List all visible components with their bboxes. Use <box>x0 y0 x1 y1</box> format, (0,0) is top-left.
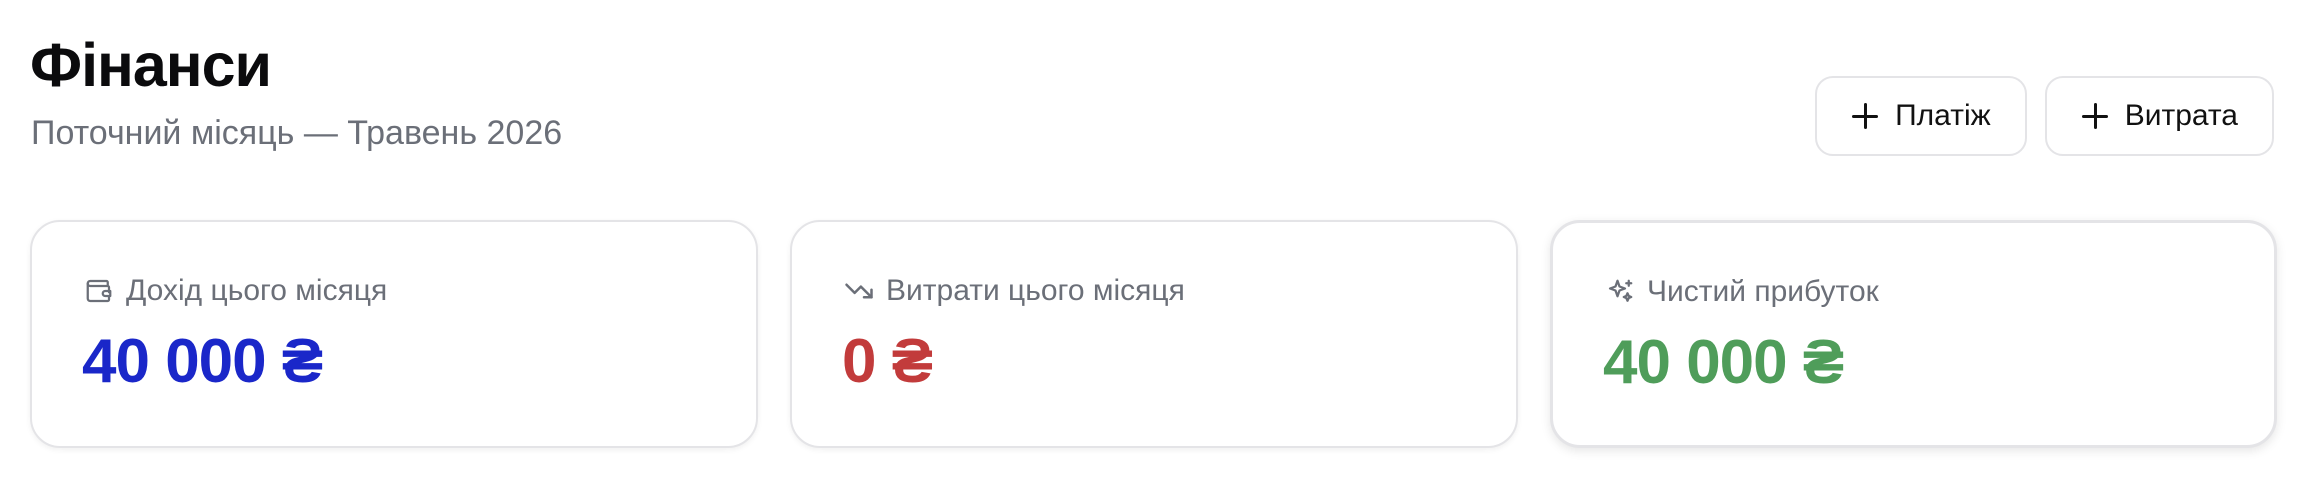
plus-icon <box>2081 102 2109 130</box>
sparkles-icon <box>1608 279 1633 302</box>
page-title: Фінанси <box>30 31 272 99</box>
wallet-icon <box>86 279 112 303</box>
expenses-value: 0 ₴ <box>842 327 933 396</box>
income-card-label: Дохід цього місяця <box>126 274 388 307</box>
summary-cards: Дохід цього місяця 40 000 ₴ Витрати цьог… <box>30 220 2277 448</box>
net-profit-card: Чистий прибуток 40 000 ₴ <box>1550 220 2277 448</box>
income-value: 40 000 ₴ <box>82 327 323 396</box>
add-payment-label: Платіж <box>1895 99 1991 132</box>
net-profit-value: 40 000 ₴ <box>1603 328 1844 397</box>
income-card: Дохід цього місяця 40 000 ₴ <box>30 220 758 448</box>
add-expense-button[interactable]: Витрата <box>2044 76 2274 156</box>
add-payment-button[interactable]: Платіж <box>1815 76 2027 156</box>
page-subtitle: Поточний місяць — Травень 2026 <box>31 114 563 152</box>
plus-icon <box>1851 102 1879 130</box>
finance-page: Фінанси Поточний місяць — Травень 2026 П… <box>0 0 2302 494</box>
expenses-card: Витрати цього місяця 0 ₴ <box>790 220 1518 448</box>
header-actions: Платіж Витрата <box>1815 76 2274 156</box>
trending-down-icon <box>845 283 873 299</box>
add-expense-label: Витрата <box>2124 99 2238 132</box>
expenses-card-label: Витрати цього місяця <box>886 274 1185 307</box>
net-profit-card-label: Чистий прибуток <box>1647 275 1879 308</box>
